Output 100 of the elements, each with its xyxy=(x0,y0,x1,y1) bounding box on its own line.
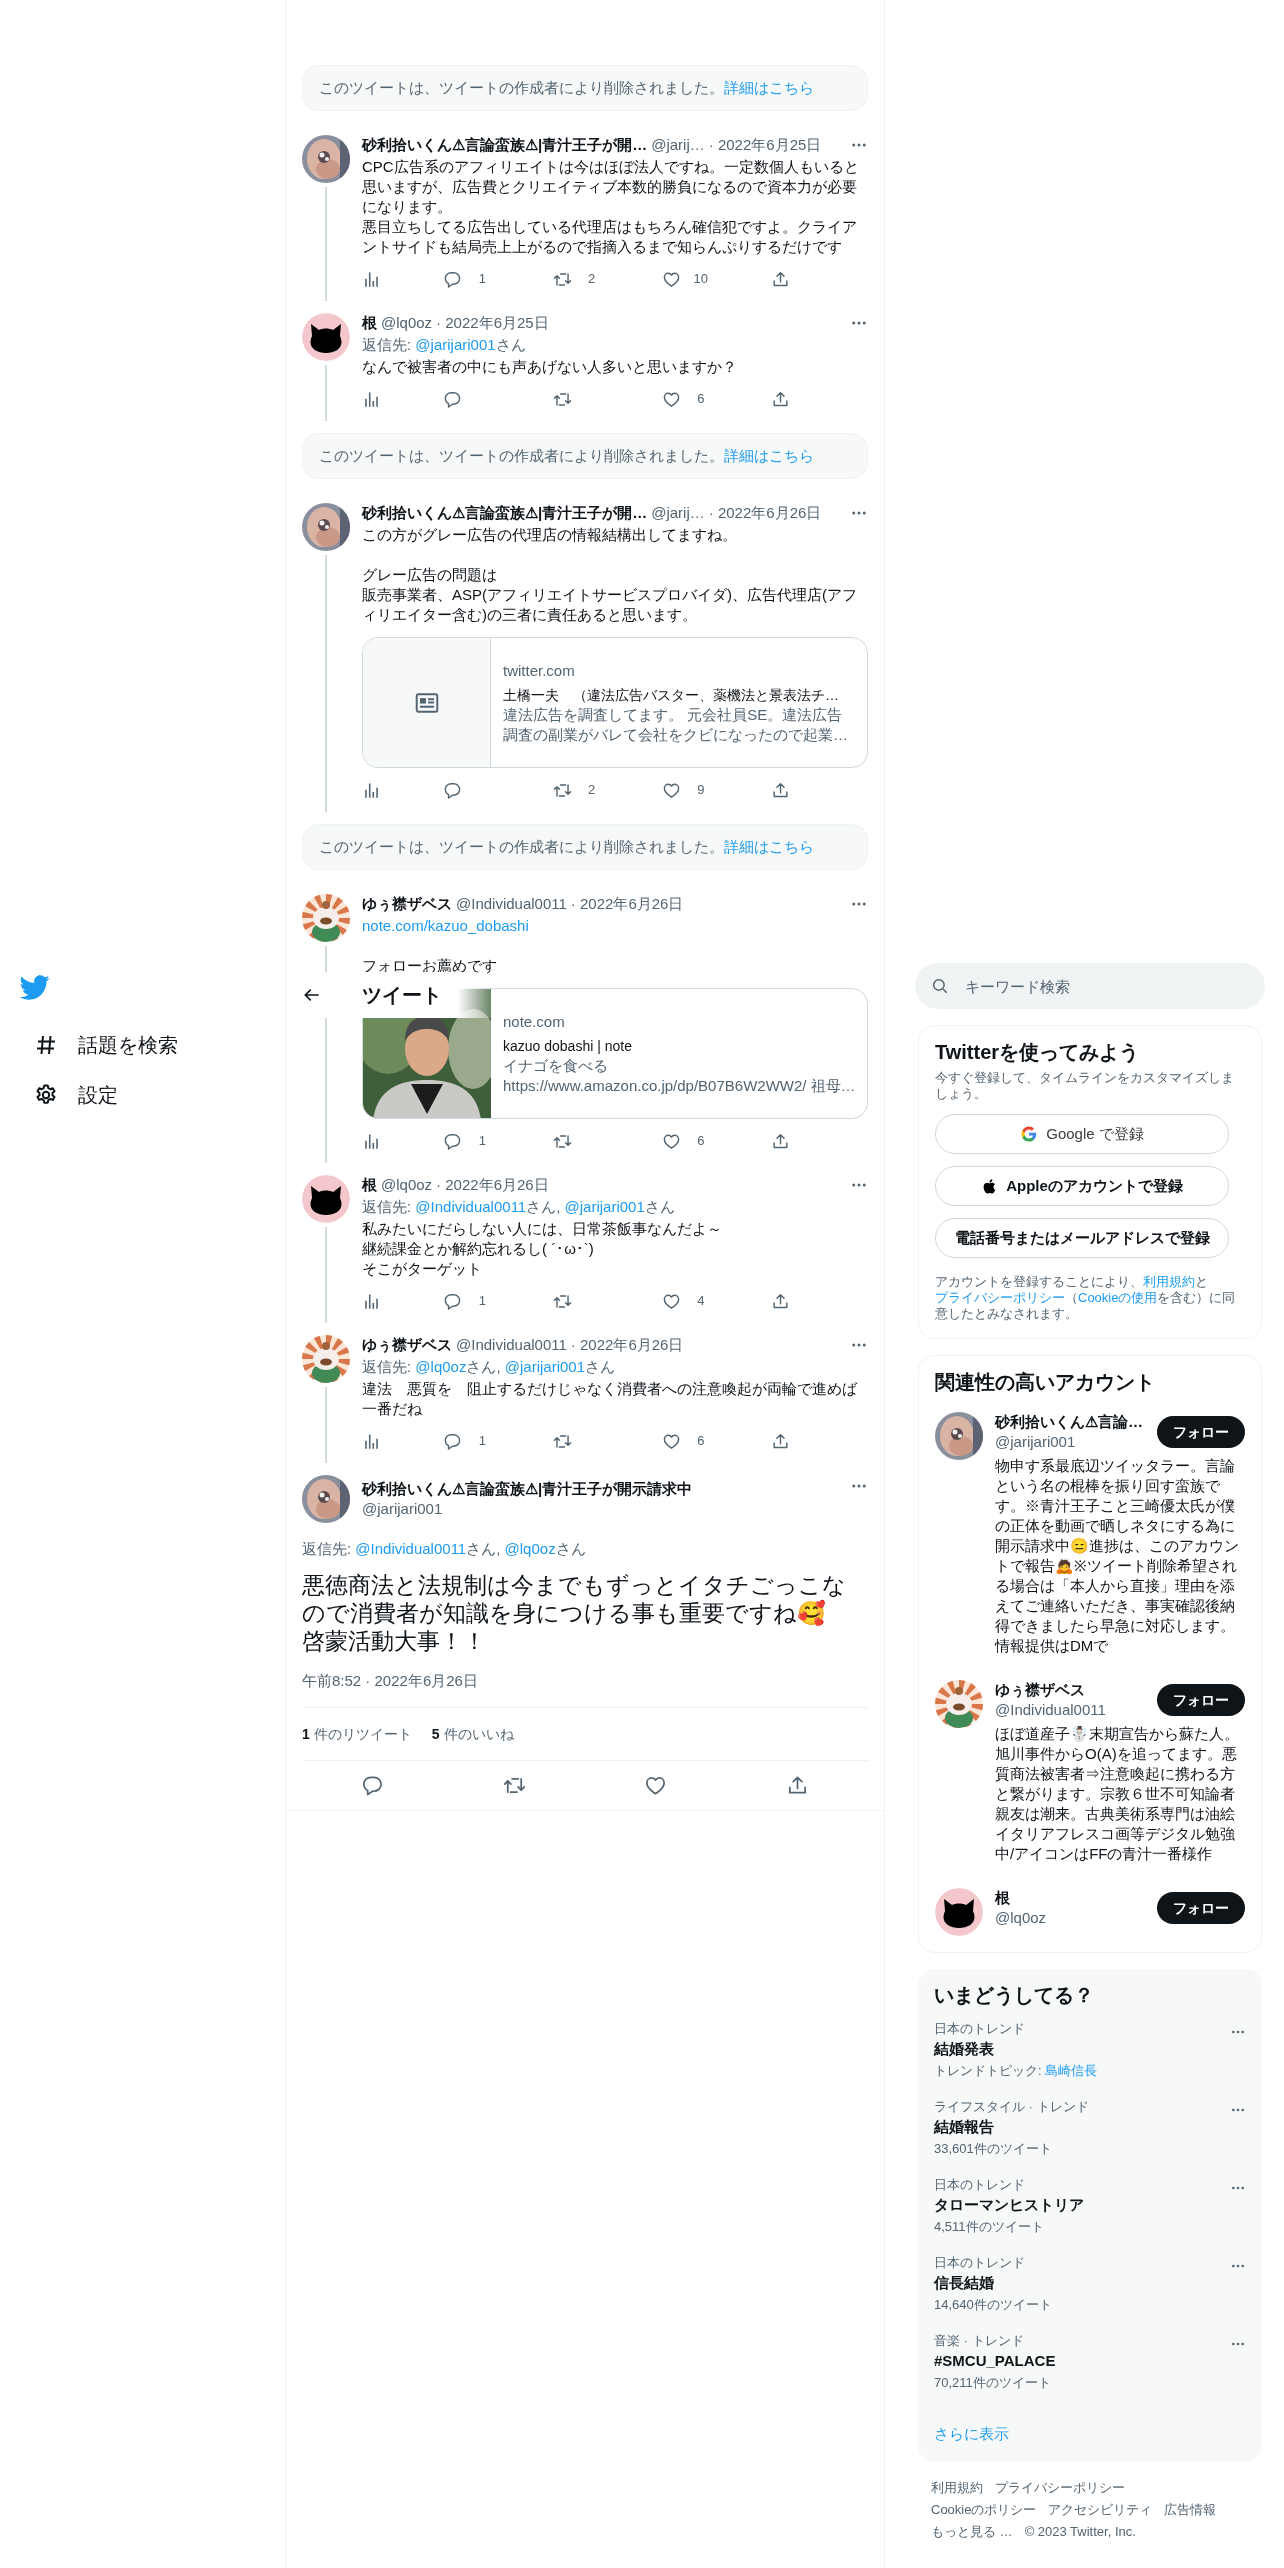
user-handle[interactable]: @jarij… xyxy=(651,503,705,523)
more-icon[interactable] xyxy=(850,510,868,516)
user-name[interactable]: 根 xyxy=(362,313,377,333)
user-name[interactable]: 砂利拾いくん⚠言論蛮族⚠|青汁王子が開示請求中 xyxy=(362,1479,838,1499)
user-name[interactable]: 砂利拾いくん⚠言論蛮族⚠|青汁王子が開… xyxy=(362,135,648,155)
avatar[interactable] xyxy=(302,1175,350,1223)
more-icon[interactable] xyxy=(850,142,868,148)
tweet-text: 私みたいにだらしない人には、日常茶飯事なんだよ～ xyxy=(362,1219,723,1239)
reply-button[interactable]: 1 xyxy=(443,1431,491,1451)
avatar[interactable] xyxy=(302,894,350,942)
footer-link[interactable]: もっと見る … xyxy=(931,2521,1013,2542)
more-icon[interactable] xyxy=(1230,2341,1246,2347)
trend-context: ライフスタイル · トレンド xyxy=(934,2099,1090,2115)
trend-title[interactable]: 結婚報告 xyxy=(934,2117,1230,2137)
more-icon[interactable] xyxy=(1230,2263,1246,2269)
more-icon[interactable] xyxy=(850,1342,868,1348)
follow-button[interactable]: フォロー xyxy=(1157,1892,1245,1924)
tweet-timestamp[interactable]: 午前8:52 · 2022年6月26日 xyxy=(302,1671,868,1691)
avatar[interactable] xyxy=(935,1680,983,1728)
share-button[interactable] xyxy=(771,389,790,409)
share-button[interactable] xyxy=(771,780,790,800)
user-name[interactable]: 根 xyxy=(362,1175,377,1195)
nav-item[interactable]: 設定 xyxy=(20,1080,285,1110)
views-button[interactable] xyxy=(362,780,381,800)
avatar[interactable] xyxy=(302,313,350,361)
views-button[interactable] xyxy=(362,1431,381,1451)
link-card[interactable]: twitter.com 土橋一夫 （違法広告バスター、薬機法と景表法チ… 違法広告を調査してます。 元会社員SE。違法広告 調査の副業がバレて会社をクビになったので起業… xyxy=(362,637,868,768)
user-name[interactable]: ゆぅ襟ザベス xyxy=(362,894,452,914)
tweet-date[interactable]: · 2022年6月26日 xyxy=(436,1175,549,1195)
user-handle[interactable]: @lq0oz xyxy=(995,1908,1157,1928)
tweet-date[interactable]: · 2022年6月25日 xyxy=(436,313,549,333)
views-button[interactable] xyxy=(362,1131,381,1151)
tweet-date[interactable]: · 2022年6月26日 xyxy=(570,1335,684,1355)
nav-item[interactable]: 話題を検索 xyxy=(20,1030,285,1060)
like-button[interactable]: 10 xyxy=(661,269,709,289)
like-button[interactable]: 6 xyxy=(661,1131,709,1151)
avatar[interactable] xyxy=(935,1888,983,1936)
user-name[interactable]: 根 xyxy=(995,1888,1157,1908)
heart-icon xyxy=(661,389,681,409)
user-handle[interactable]: @Individual0011 xyxy=(995,1700,1157,1720)
reply-button[interactable]: 1 xyxy=(443,1131,491,1151)
user-handle[interactable]: @Individual0011 xyxy=(456,894,567,914)
reply-icon xyxy=(443,1291,463,1311)
like-button[interactable]: 9 xyxy=(661,780,709,800)
more-icon[interactable] xyxy=(1230,2107,1246,2113)
footer-link[interactable]: プライバシーポリシー xyxy=(995,2477,1125,2498)
user-name[interactable]: 砂利拾いくん⚠言論… xyxy=(995,1412,1157,1432)
share-button[interactable] xyxy=(771,1131,790,1151)
trend-title[interactable]: タローマンヒストリア xyxy=(934,2195,1230,2215)
views-button[interactable] xyxy=(362,269,381,289)
footer-link[interactable]: © 2023 Twitter, Inc. xyxy=(1024,2521,1136,2542)
trend-title[interactable]: 信長結婚 xyxy=(934,2273,1230,2293)
tweet-date[interactable]: · 2022年6月26日 xyxy=(570,894,684,914)
user-handle[interactable]: @jarijari001 xyxy=(362,1499,838,1519)
stat-link[interactable]: 5 件のいいね xyxy=(431,1724,514,1744)
follow-button[interactable]: フォロー xyxy=(1157,1416,1245,1448)
share-button[interactable] xyxy=(771,1291,790,1311)
footer-link[interactable]: アクセシビリティ xyxy=(1048,2499,1153,2520)
views-button[interactable] xyxy=(362,1291,381,1311)
retweet-button[interactable]: 2 xyxy=(552,780,600,800)
search-field[interactable]: キーワード検索 xyxy=(915,963,1265,1009)
retweet-button[interactable]: 2 xyxy=(552,269,600,289)
more-icon[interactable] xyxy=(850,1483,868,1489)
footer-link[interactable]: 広告情報 xyxy=(1164,2499,1217,2520)
user-handle[interactable]: @lq0oz xyxy=(381,313,433,333)
bird-logo-icon[interactable] xyxy=(20,972,50,1002)
more-icon[interactable] xyxy=(1230,2029,1246,2035)
user-handle[interactable]: @jarij… xyxy=(651,135,705,155)
tweet-date[interactable]: · 2022年6月25日 xyxy=(708,135,822,155)
more-icon[interactable] xyxy=(850,1182,868,1188)
more-icon[interactable] xyxy=(850,901,868,907)
user-handle[interactable]: @jarijari001 xyxy=(995,1432,1157,1452)
more-icon[interactable] xyxy=(1230,2185,1246,2191)
trend-title[interactable]: 結婚発表 xyxy=(934,2039,1230,2059)
follow-button[interactable]: フォロー xyxy=(1157,1684,1245,1716)
card-subtitle: 今すぐ登録して、タイムラインをカスタマイズしましょう。 xyxy=(935,1070,1235,1102)
user-handle[interactable]: @Individual0011 xyxy=(456,1335,567,1355)
views-button[interactable] xyxy=(362,389,381,409)
reply-button[interactable]: 1 xyxy=(443,269,491,289)
footer-link[interactable]: 利用規約 xyxy=(931,2477,983,2498)
reply-button[interactable]: 1 xyxy=(443,1291,491,1311)
tweet-text: CPC広告系のアフィリエイトは今はほぼ法人ですね。一定数個人もいると思いますが、広告費とクリエイティブ本数的勝負になるので資本力が必要になります。 xyxy=(362,157,860,217)
trend-title[interactable]: #SMCU_PALACE xyxy=(934,2351,1230,2371)
like-button[interactable]: 6 xyxy=(661,389,709,409)
stat-link[interactable]: 1 件のリツイート xyxy=(302,1724,412,1744)
tweet-date[interactable]: · 2022年6月26日 xyxy=(708,503,822,523)
footer-link[interactable]: Cookieのポリシー xyxy=(931,2499,1037,2520)
user-name[interactable]: 砂利拾いくん⚠言論蛮族⚠|青汁王子が開… xyxy=(362,503,648,523)
deleted-notice: このツイートは、ツイートの作成者により削除されました。詳細はこちら xyxy=(302,433,868,479)
user-name[interactable]: ゆぅ襟ザベス xyxy=(995,1680,1157,1700)
user-name[interactable]: ゆぅ襟ザベス xyxy=(362,1335,452,1355)
avatar[interactable] xyxy=(302,1335,350,1383)
share-button[interactable] xyxy=(771,269,790,289)
trend-context: 日本のトレンド xyxy=(934,2177,1026,2193)
like-button[interactable]: 6 xyxy=(661,1431,709,1451)
like-button[interactable]: 4 xyxy=(661,1291,709,1311)
share-button[interactable] xyxy=(771,1431,790,1451)
user-handle[interactable]: @lq0oz xyxy=(381,1175,433,1195)
google-logo-icon xyxy=(1020,1125,1039,1143)
more-icon[interactable] xyxy=(850,320,868,326)
